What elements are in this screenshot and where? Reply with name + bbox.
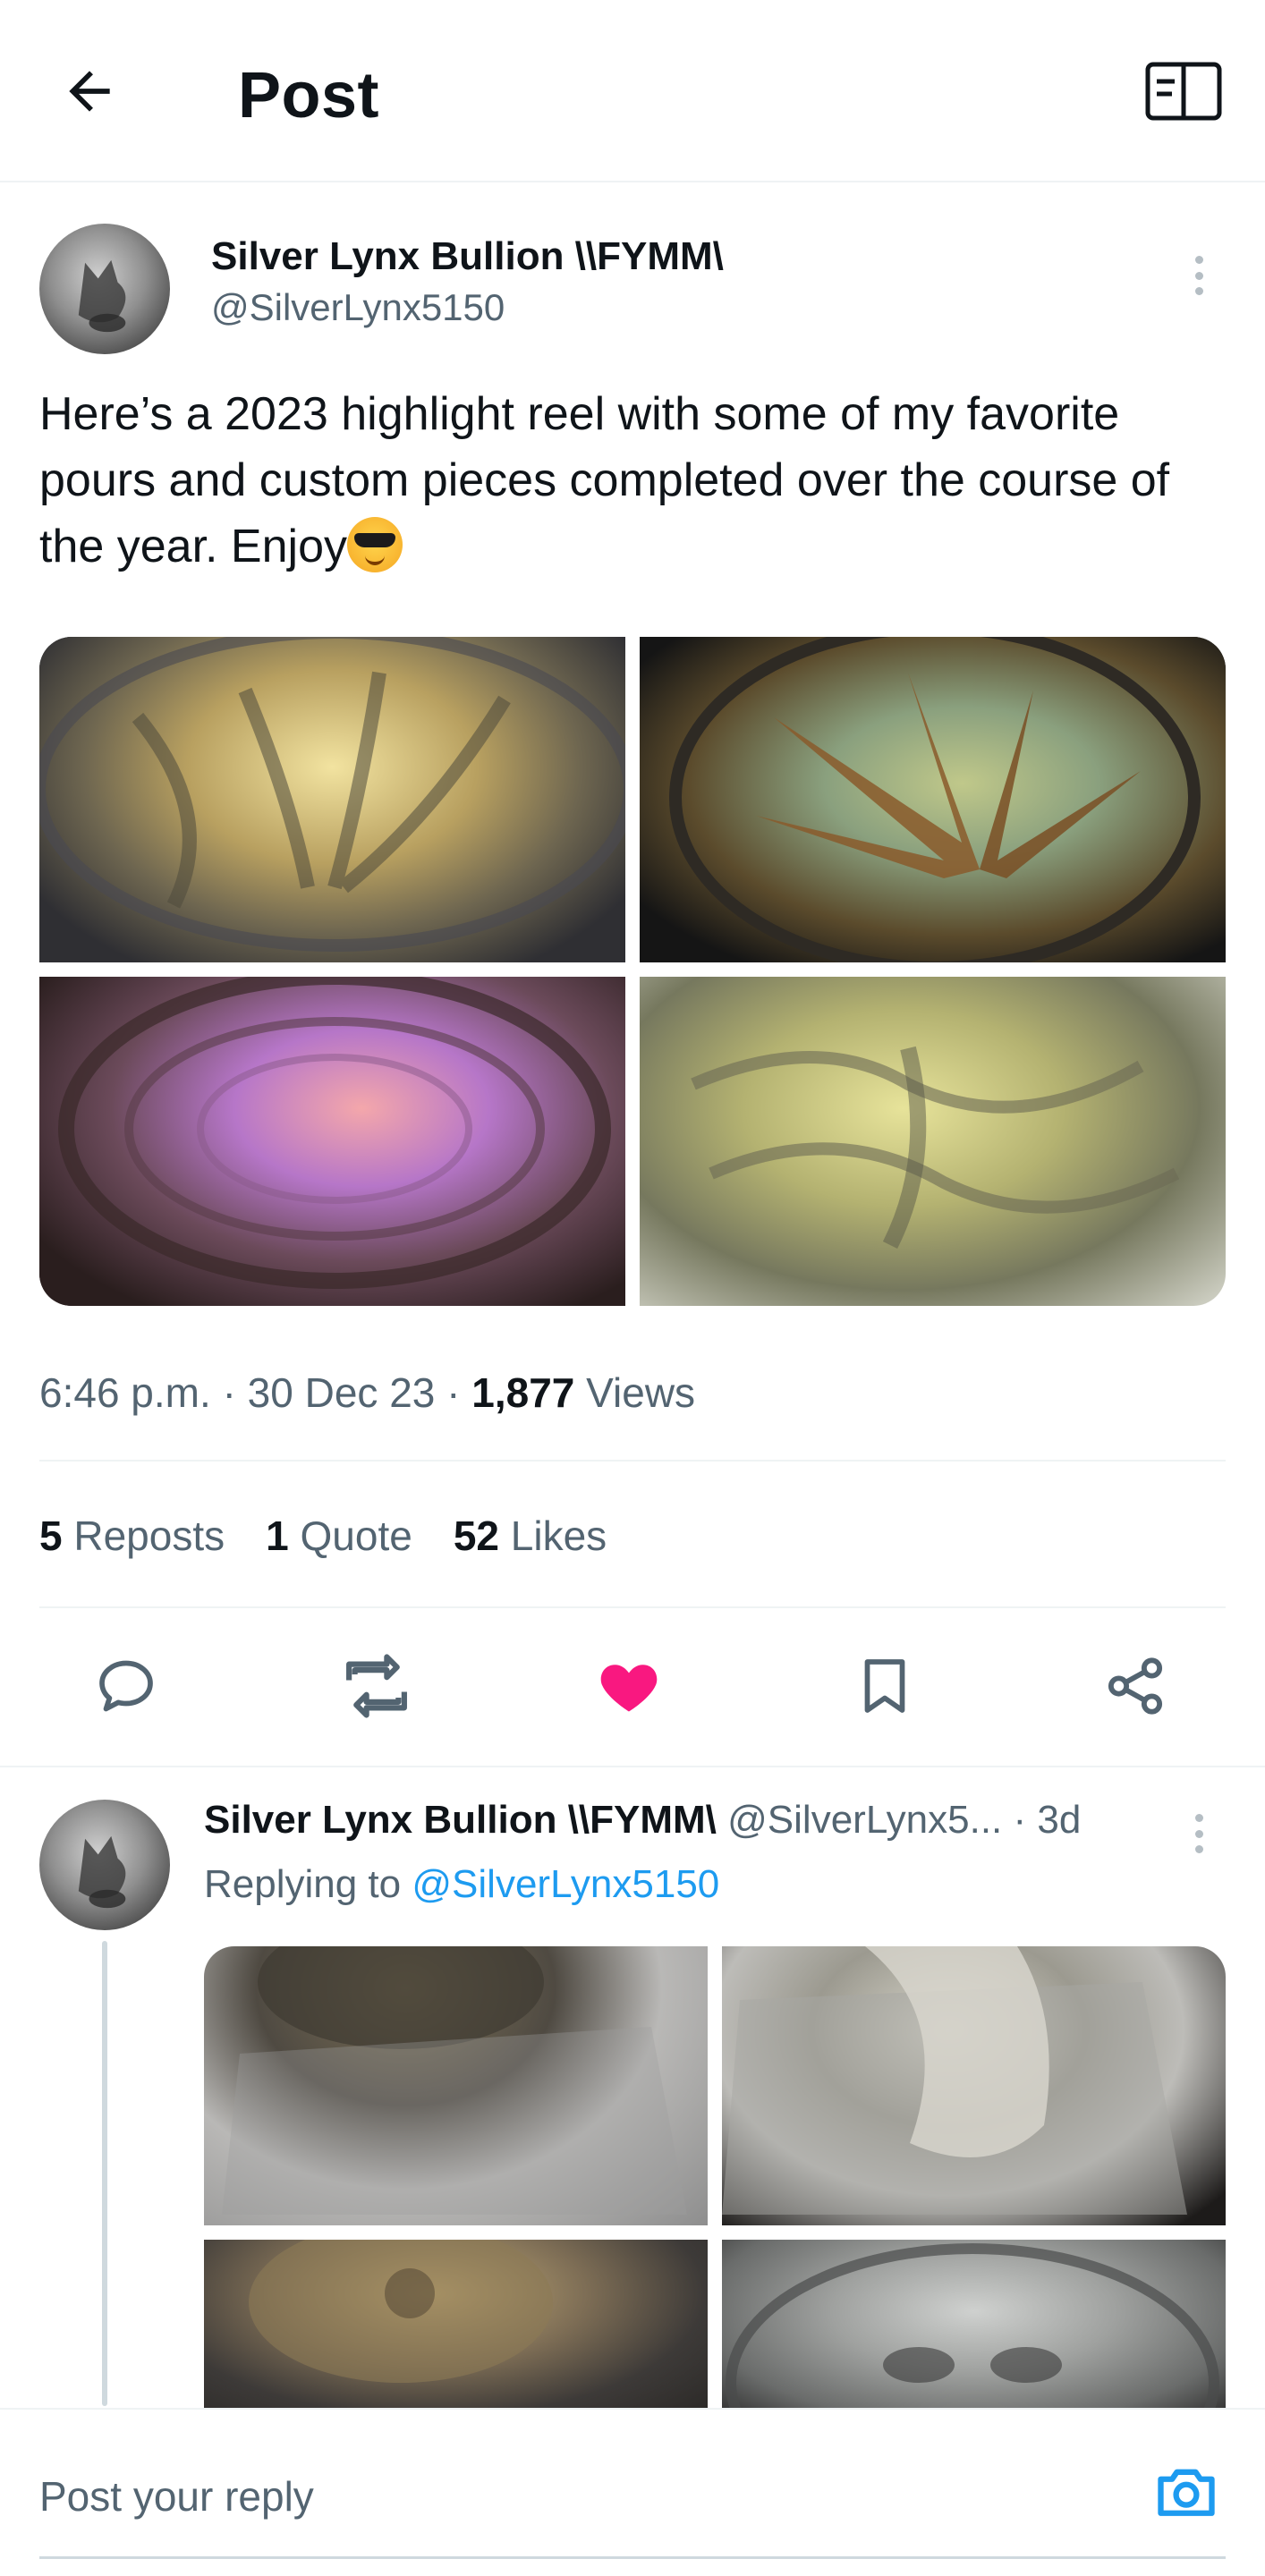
quotes-stat[interactable]: 1 Quote [266, 1512, 412, 1560]
camera-icon [1158, 2469, 1215, 2516]
camera-button[interactable] [1149, 2454, 1224, 2529]
thread-line [102, 1941, 107, 2406]
engagement-stats: 5 Reposts 1 Quote 52 Likes [39, 1512, 607, 1560]
reply-author-avatar[interactable] [39, 1800, 170, 1930]
post-text: Here’s a 2023 highlight reel with some o… [39, 381, 1229, 580]
post-date: 30 Dec 23 [247, 1369, 436, 1416]
more-options-button[interactable] [1181, 249, 1217, 302]
reply-more-options-button[interactable] [1181, 1807, 1217, 1860]
replying-to-link[interactable]: @SilverLynx5150 [412, 1862, 719, 1906]
reply-media-image-1[interactable] [204, 1946, 708, 2225]
reply-media-image-4[interactable] [722, 2240, 1226, 2411]
reply-button[interactable] [77, 1637, 175, 1735]
author-handle[interactable]: @SilverLynx5150 [211, 286, 505, 329]
reader-mode-button[interactable] [1145, 59, 1222, 123]
repost-icon [346, 1654, 407, 1718]
reply-composer [0, 2408, 1265, 2576]
author-avatar[interactable] [39, 224, 170, 354]
views-label[interactable]: Views [586, 1369, 695, 1416]
action-bar [0, 1637, 1265, 1735]
share-button[interactable] [1086, 1637, 1184, 1735]
media-image-4[interactable] [640, 977, 1226, 1306]
lynx-logo-icon [78, 259, 126, 333]
reply-author-handle[interactable]: @SilverLynx5... [727, 1798, 1002, 1842]
composer-underline [39, 2556, 1226, 2559]
reply-input[interactable] [39, 2472, 1023, 2521]
like-button[interactable] [580, 1637, 678, 1735]
media-image-1[interactable] [39, 637, 636, 962]
replying-to: Replying to @SilverLynx5150 [204, 1862, 720, 1906]
arrow-left-icon [69, 71, 110, 112]
reply-icon [99, 1660, 153, 1712]
more-dots-icon [1194, 1814, 1203, 1822]
views-count: 1,877 [471, 1369, 575, 1416]
sunglasses-emoji-icon [347, 517, 403, 572]
heart-filled-icon [600, 1665, 658, 1712]
reply-author-name[interactable]: Silver Lynx Bullion \\FYMM\ [204, 1798, 717, 1842]
reposts-stat[interactable]: 5 Reposts [39, 1512, 225, 1560]
reply-header: Silver Lynx Bullion \\FYMM\ @SilverLynx5… [204, 1798, 1179, 1843]
post-meta: 6:46 p.m. · 30 Dec 23 · 1,877 Views [39, 1369, 696, 1416]
divider [39, 1460, 1226, 1462]
page-title: Post [238, 60, 380, 131]
repost-button[interactable] [327, 1637, 426, 1735]
post-time: 6:46 p.m. [39, 1369, 211, 1416]
media-image-3[interactable] [39, 969, 625, 1306]
more-dots-icon [1194, 256, 1203, 264]
likes-stat[interactable]: 52 Likes [454, 1512, 607, 1560]
post-body: Here’s a 2023 highlight reel with some o… [39, 388, 1170, 572]
reader-mode-icon [1145, 62, 1222, 121]
lynx-logo-icon [78, 1835, 126, 1909]
divider [0, 1766, 1265, 1767]
top-app-bar: Post [0, 0, 1265, 182]
author-name[interactable]: Silver Lynx Bullion \\FYMM\ [211, 234, 724, 279]
reply-media-grid [204, 1946, 1226, 2411]
post-media-grid [39, 637, 1226, 1306]
media-image-2[interactable] [640, 637, 1226, 974]
bookmark-button[interactable] [836, 1637, 934, 1735]
reply-media-image-3[interactable] [204, 2222, 708, 2411]
reply-media-image-2[interactable] [722, 1946, 1226, 2225]
back-button[interactable] [54, 55, 125, 127]
divider [39, 1606, 1226, 1608]
share-icon [1108, 1657, 1163, 1715]
reply-age: · 3d [1013, 1798, 1082, 1842]
bookmark-icon [864, 1659, 905, 1713]
